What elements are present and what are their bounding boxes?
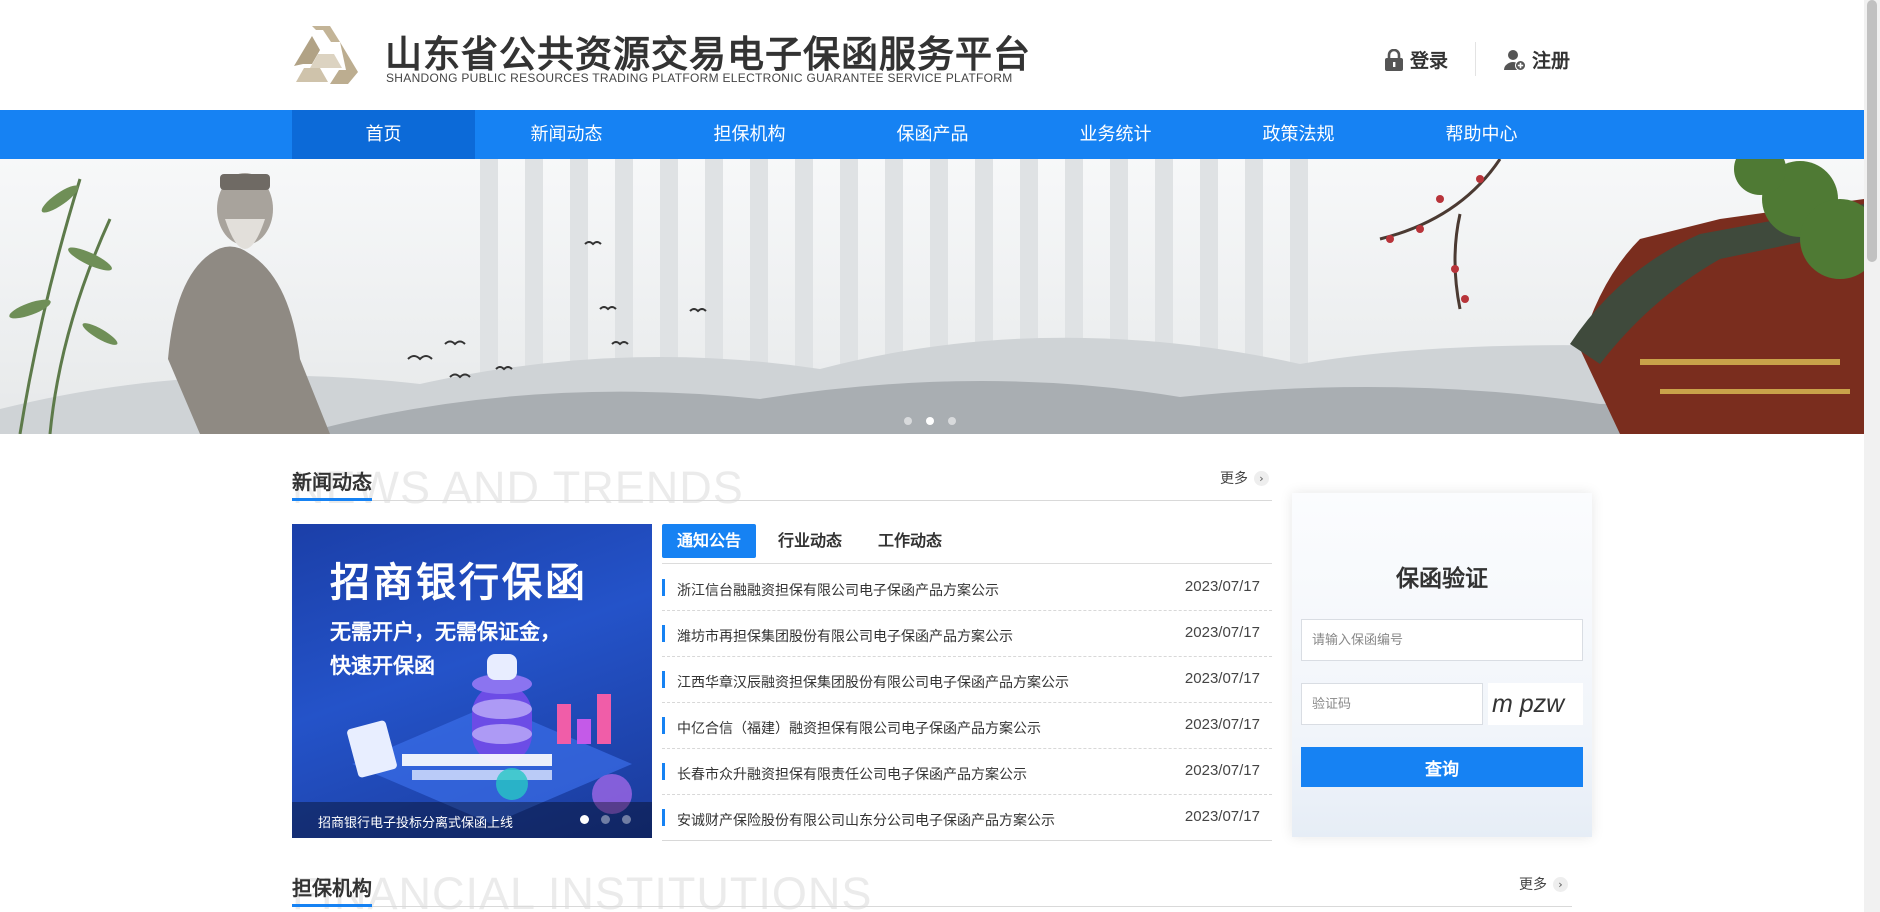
list-item[interactable]: 中亿合信（福建）融资担保有限公司电子保函产品方案公示 2023/07/17 — [662, 703, 1272, 749]
institutions-section-title: 担保机构 — [292, 876, 372, 900]
tab-announcements[interactable]: 通知公告 — [662, 524, 757, 558]
lock-icon — [1385, 48, 1403, 71]
nav-item-help[interactable]: 帮助中心 — [1390, 110, 1573, 159]
guarantee-verify-panel: 保函验证 m pzw 查询 — [1292, 493, 1592, 837]
promo-tagline-1: 无需开户，无需保证金， — [330, 620, 561, 644]
news-section-rule — [292, 500, 1272, 501]
nav-item-news[interactable]: 新闻动态 — [475, 110, 658, 159]
nav-item-institutions[interactable]: 担保机构 — [658, 110, 841, 159]
news-date: 2023/07/17 — [1184, 762, 1260, 779]
nav-menu: 首页 新闻动态 担保机构 保函产品 业务统计 政策法规 帮助中心 — [292, 110, 1573, 159]
captcha-input[interactable] — [1301, 683, 1483, 725]
list-item[interactable]: 江西华章汉辰融资担保集团股份有限公司电子保函产品方案公示 2023/07/17 — [662, 657, 1272, 703]
promo-tagline-2: 快速开保函 — [330, 654, 435, 678]
news-date: 2023/07/17 — [1184, 670, 1260, 687]
tab-industry-news[interactable]: 行业动态 — [763, 524, 857, 558]
institutions-title-underline — [292, 904, 372, 907]
promo-caption-bar: 招商银行电子投标分离式保函上线 — [292, 802, 652, 838]
promo-caption[interactable]: 招商银行电子投标分离式保函上线 — [318, 812, 513, 831]
list-item-marker — [662, 671, 665, 688]
list-item-marker — [662, 625, 665, 642]
nav-item-products[interactable]: 保函产品 — [841, 110, 1024, 159]
banner-dot[interactable] — [904, 417, 912, 425]
site-header: 山东省公共资源交易电子保函服务平台 SHANDONG PUBLIC RESOUR… — [0, 0, 1864, 110]
chevron-right-icon: › — [1553, 876, 1568, 892]
promo-dot[interactable] — [622, 815, 631, 824]
list-item-marker — [662, 717, 665, 734]
site-title: 山东省公共资源交易电子保函服务平台 — [385, 33, 1031, 76]
news-section-header: NEWS AND TRENDS 新闻动态 更多 › — [292, 462, 1272, 513]
institutions-section-header: FINANCIAL INSTITUTIONS 担保机构 更多 › — [292, 868, 1572, 912]
main-nav: 首页 新闻动态 担保机构 保函产品 业务统计 政策法规 帮助中心 — [0, 110, 1864, 159]
news-tabs: 通知公告 行业动态 工作动态 — [662, 524, 1272, 564]
nav-item-home[interactable]: 首页 — [292, 110, 475, 159]
list-item[interactable]: 安诚财产保险股份有限公司山东分公司电子保函产品方案公示 2023/07/17 — [662, 795, 1272, 841]
promo-title: 招商银行保函 — [330, 560, 588, 606]
header-divider — [1475, 42, 1476, 76]
nav-item-policies[interactable]: 政策法规 — [1207, 110, 1390, 159]
news-date: 2023/07/17 — [1184, 578, 1260, 595]
news-more-link[interactable]: 更多 › — [1220, 468, 1269, 488]
promo-carousel[interactable]: 招商银行保函 无需开户，无需保证金， 快速开保函 招商银行电子投标分离式保函上线 — [292, 524, 652, 838]
news-title[interactable]: 浙江信台融融资担保有限公司电子保函产品方案公示 — [677, 580, 999, 600]
institutions-more-link[interactable]: 更多 › — [1519, 874, 1568, 894]
news-section-title: 新闻动态 — [292, 470, 372, 494]
news-list: 浙江信台融融资担保有限公司电子保函产品方案公示 2023/07/17 潍坊市再担… — [662, 565, 1272, 841]
chevron-right-icon: › — [1254, 470, 1269, 486]
news-title[interactable]: 潍坊市再担保集团股份有限公司电子保函产品方案公示 — [677, 626, 1013, 646]
news-title[interactable]: 长春市众升融资担保有限责任公司电子保函产品方案公示 — [677, 764, 1027, 784]
news-title[interactable]: 中亿合信（福建）融资担保有限公司电子保函产品方案公示 — [677, 718, 1041, 738]
tab-work-news[interactable]: 工作动态 — [863, 524, 957, 558]
news-title[interactable]: 安诚财产保险股份有限公司山东分公司电子保函产品方案公示 — [677, 810, 1055, 830]
register-link[interactable]: 注册 — [1504, 46, 1570, 73]
list-item-marker — [662, 579, 665, 596]
list-item[interactable]: 浙江信台融融资担保有限公司电子保函产品方案公示 2023/07/17 — [662, 565, 1272, 611]
list-item[interactable]: 潍坊市再担保集团股份有限公司电子保函产品方案公示 2023/07/17 — [662, 611, 1272, 657]
promo-dot-active[interactable] — [580, 815, 589, 824]
promo-pager — [580, 815, 631, 824]
nav-item-statistics[interactable]: 业务统计 — [1024, 110, 1207, 159]
platform-logo[interactable] — [290, 24, 362, 86]
hero-banner[interactable] — [0, 159, 1864, 434]
institutions-more-label: 更多 — [1519, 877, 1547, 893]
promo-dot[interactable] — [601, 815, 610, 824]
institutions-section-rule — [292, 906, 1572, 907]
banner-pager — [904, 417, 956, 425]
site-subtitle: SHANDONG PUBLIC RESOURCES TRADING PLATFO… — [386, 71, 1013, 85]
register-label: 注册 — [1532, 50, 1571, 72]
login-link[interactable]: 登录 — [1384, 46, 1448, 73]
news-more-label: 更多 — [1220, 471, 1248, 487]
news-title[interactable]: 江西华章汉辰融资担保集团股份有限公司电子保函产品方案公示 — [677, 672, 1069, 692]
page-scrollbar[interactable] — [1864, 0, 1880, 912]
banner-dot-active[interactable] — [926, 417, 934, 425]
guarantee-number-input[interactable] — [1301, 619, 1583, 661]
list-item-marker — [662, 763, 665, 780]
scrollbar-thumb[interactable] — [1867, 0, 1877, 262]
news-date: 2023/07/17 — [1184, 624, 1260, 641]
captcha-image[interactable]: m pzw — [1488, 683, 1583, 725]
news-date: 2023/07/17 — [1184, 716, 1260, 733]
news-title-underline — [292, 498, 372, 501]
login-label: 登录 — [1410, 50, 1449, 72]
list-item-marker — [662, 809, 665, 826]
verify-title: 保函验证 — [1396, 566, 1488, 592]
query-button[interactable]: 查询 — [1301, 747, 1583, 787]
news-date: 2023/07/17 — [1184, 808, 1260, 825]
user-add-icon — [1504, 49, 1526, 71]
banner-dot[interactable] — [948, 417, 956, 425]
banner-illustration — [0, 159, 1864, 434]
list-item[interactable]: 长春市众升融资担保有限责任公司电子保函产品方案公示 2023/07/17 — [662, 749, 1272, 795]
